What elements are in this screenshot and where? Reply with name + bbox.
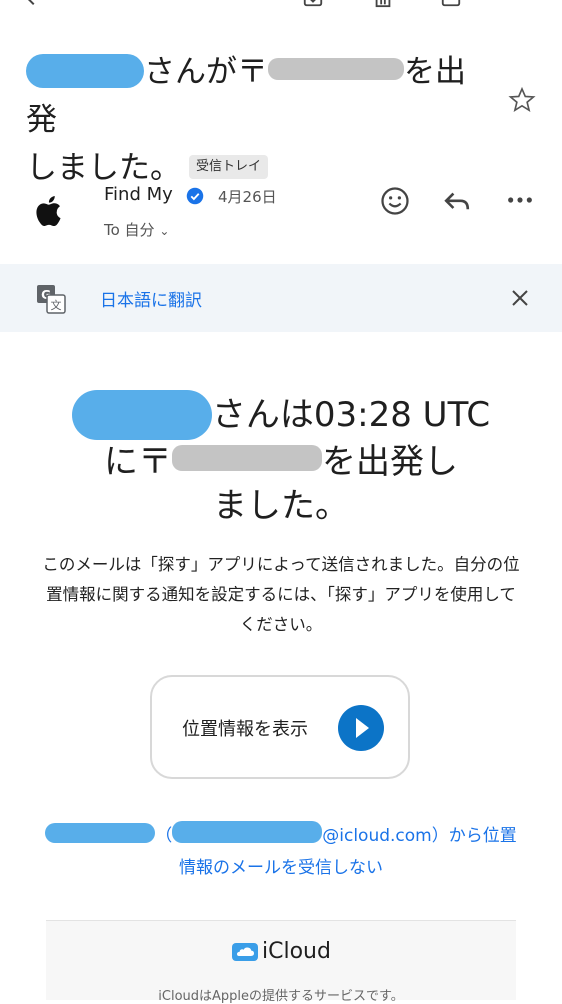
star-icon[interactable] (508, 86, 536, 114)
subject-text-1: さんが〒 (144, 54, 268, 90)
archive-icon[interactable] (302, 0, 324, 8)
email-description: このメールは「探す」アプリによって送信されました。自分の位置情報に関する通知を設… (42, 555, 520, 634)
mark-unread-icon[interactable] (440, 0, 462, 8)
reply-icon[interactable] (442, 190, 472, 214)
headline-text-2: に〒 (104, 442, 172, 482)
email-toolbar (0, 0, 562, 28)
close-icon[interactable] (508, 286, 532, 310)
emoji-react-icon[interactable] (380, 186, 410, 216)
email-footer: iCloud iCloudはAppleの提供するサービスです。 (46, 920, 516, 1004)
redacted-postal-code (268, 58, 404, 80)
icloud-logo: iCloud (232, 939, 331, 964)
apple-logo-icon (36, 195, 61, 227)
headline-text-4: ました。 (213, 486, 349, 526)
footer-note: iCloudはAppleの提供するサービスです。 (158, 989, 404, 1004)
headline-text-3: を出発し (322, 442, 458, 482)
translate-icon: G文 (37, 285, 66, 314)
redacted-email (172, 821, 323, 843)
verified-badge-icon (186, 187, 204, 205)
email-subject: さんが〒 を出発 しました。 受信トレイ (26, 48, 496, 192)
icloud-icon (232, 942, 258, 961)
email-date: 4月26日 (218, 188, 277, 206)
sender-name: Find My (104, 184, 173, 205)
translate-bar: G文 日本語に翻訳 (0, 264, 562, 332)
redacted-name (26, 54, 144, 88)
recipient-details[interactable]: To 自分 ⌄ (104, 219, 169, 240)
recipient-label: To 自分 (104, 221, 155, 239)
back-arrow-icon[interactable] (20, 0, 42, 8)
email-headline: さんは03:28 UTC に〒 を出発し ました。 (40, 390, 522, 528)
show-location-button[interactable]: 位置情報を表示 (150, 675, 410, 779)
trash-icon[interactable] (372, 0, 394, 8)
icloud-brand: iCloud (262, 939, 331, 964)
optout-text-3: 情報のメールを受信しない (179, 858, 383, 878)
folder-badge[interactable]: 受信トレイ (189, 155, 269, 179)
chevron-down-icon: ⌄ (159, 224, 170, 238)
unsubscribe-link[interactable]: （ @icloud.com）から位置 情報のメールを受信しない (40, 820, 522, 884)
subject-text-3: しました。 (26, 150, 181, 186)
optout-text-2: @icloud.com）から位置 (322, 826, 517, 846)
show-location-label: 位置情報を表示 (182, 719, 308, 740)
more-icon[interactable] (506, 190, 534, 210)
optout-text-1: （ (155, 826, 173, 846)
svg-text:文: 文 (51, 298, 62, 312)
redacted-name (71, 390, 212, 440)
more-options-icon[interactable] (506, 0, 528, 8)
play-icon (338, 705, 384, 751)
redacted-name (45, 823, 156, 843)
redacted-postal-code (172, 445, 322, 471)
translate-link[interactable]: 日本語に翻訳 (100, 286, 202, 311)
headline-text-1: さんは03:28 UTC (211, 395, 491, 435)
